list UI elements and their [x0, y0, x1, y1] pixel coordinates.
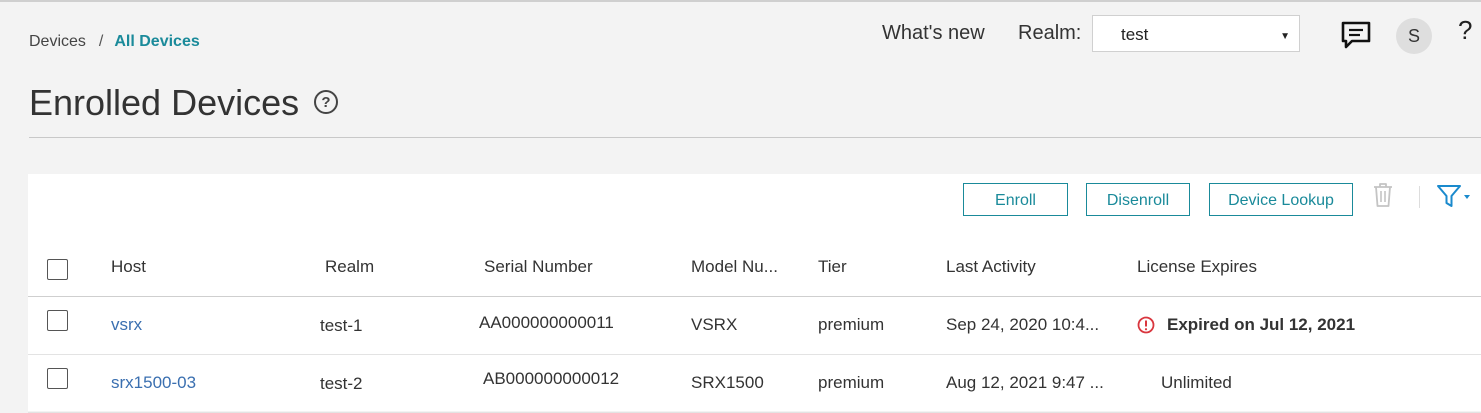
toolbar-separator — [1419, 186, 1420, 208]
column-model-number[interactable]: Model Nu... — [691, 257, 778, 277]
last-activity-cell: Aug 12, 2021 9:47 ... — [946, 373, 1104, 392]
column-license-expires[interactable]: License Expires — [1137, 257, 1257, 277]
license-unlimited-cell: Unlimited — [1161, 373, 1232, 392]
user-avatar[interactable]: S — [1396, 18, 1432, 54]
column-host[interactable]: Host — [111, 257, 146, 277]
whats-new-link[interactable]: What's new — [882, 22, 985, 45]
select-all-checkbox[interactable] — [47, 259, 68, 280]
tier-cell: premium — [818, 315, 885, 334]
error-icon — [1137, 316, 1155, 334]
breadcrumb-separator: / — [98, 33, 104, 50]
column-last-activity[interactable]: Last Activity — [946, 257, 1036, 277]
breadcrumb-all-devices[interactable]: All Devices — [114, 33, 199, 50]
table-row[interactable]: vsrx test-1 AA000000000011 VSRX premium … — [28, 297, 1481, 355]
model-cell: VSRX — [691, 315, 738, 334]
title-help-icon[interactable]: ? — [314, 90, 338, 114]
serial-cell: AA000000000011 — [479, 313, 614, 332]
device-lookup-button[interactable]: Device Lookup — [1209, 183, 1353, 216]
caret-down-icon: ▼ — [1280, 31, 1290, 42]
breadcrumb: Devices / All Devices — [29, 33, 200, 51]
enroll-button[interactable]: Enroll — [963, 183, 1068, 216]
title-divider — [29, 137, 1481, 138]
table-row[interactable]: srx1500-03 test-2 AB000000000012 SRX1500… — [28, 355, 1481, 413]
row-checkbox[interactable] — [47, 368, 68, 389]
top-border — [0, 0, 1481, 2]
host-link[interactable]: srx1500-03 — [111, 373, 196, 393]
page-title: Enrolled Devices — [29, 82, 300, 123]
realm-select-value: test — [1121, 25, 1149, 44]
realm-label: Realm: — [1018, 22, 1082, 44]
column-realm[interactable]: Realm — [325, 257, 374, 277]
devices-panel: Enroll Disenroll Device Lookup Host Real… — [28, 174, 1481, 413]
host-link[interactable]: vsrx — [111, 315, 142, 335]
disenroll-button[interactable]: Disenroll — [1086, 183, 1190, 216]
column-tier[interactable]: Tier — [818, 257, 847, 277]
breadcrumb-devices-link[interactable]: Devices — [29, 33, 86, 50]
column-serial-number[interactable]: Serial Number — [484, 257, 593, 277]
realm-select[interactable]: test ▼ — [1092, 15, 1300, 52]
model-cell: SRX1500 — [691, 373, 764, 392]
last-activity-cell: Sep 24, 2020 10:4... — [946, 315, 1100, 334]
row-checkbox[interactable] — [47, 310, 68, 331]
chat-icon[interactable] — [1340, 20, 1372, 50]
filter-icon[interactable] — [1436, 184, 1472, 208]
tier-cell: premium — [818, 373, 885, 392]
help-icon[interactable]: ? — [1458, 15, 1472, 46]
trash-icon[interactable] — [1372, 182, 1394, 208]
license-expired-cell: Expired on Jul 12, 2021 — [1167, 315, 1356, 334]
realm-cell: test-1 — [320, 316, 363, 335]
table-header: Host Realm Serial Number Model Nu... Tie… — [28, 244, 1481, 297]
realm-cell: test-2 — [320, 374, 363, 393]
serial-cell: AB000000000012 — [483, 369, 620, 388]
